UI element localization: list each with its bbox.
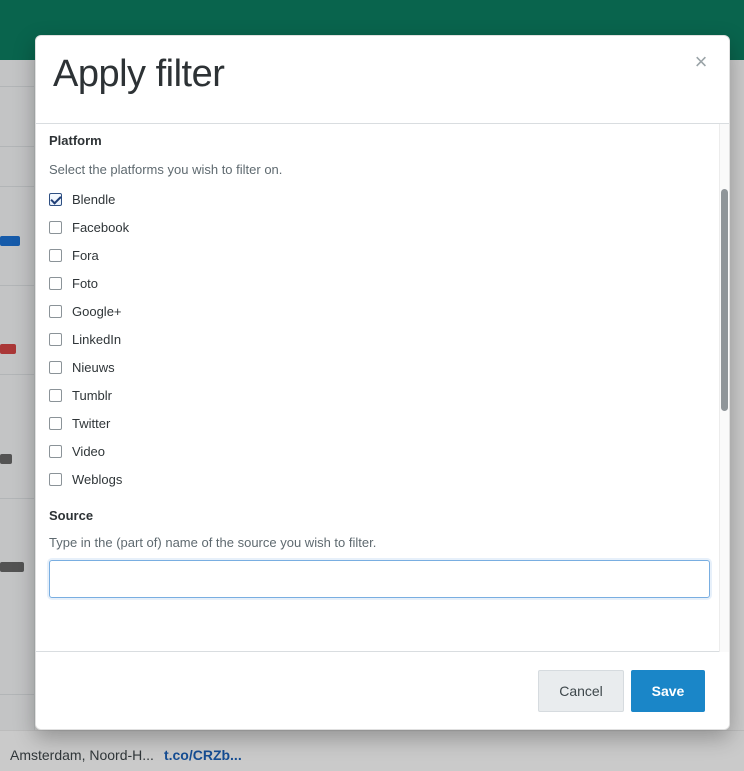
save-button[interactable]: Save — [631, 670, 705, 712]
platform-option-fora[interactable]: Fora — [49, 245, 711, 266]
modal-scrollbar[interactable] — [719, 124, 729, 652]
checkbox[interactable] — [49, 249, 62, 262]
source-help-text: Type in the (part of) name of the source… — [49, 535, 377, 550]
source-section: Source Type in the (part of) name of the… — [49, 508, 711, 598]
platform-option-label: LinkedIn — [72, 332, 122, 347]
platform-option-label: Nieuws — [72, 360, 115, 375]
platform-option-twitter[interactable]: Twitter — [49, 413, 711, 434]
source-heading: Source — [49, 508, 94, 523]
platform-option-facebook[interactable]: Facebook — [49, 217, 711, 238]
platform-option-label: Fora — [72, 248, 99, 263]
checkbox[interactable] — [49, 305, 62, 318]
checkbox[interactable] — [49, 193, 62, 206]
platform-option-label: Video — [72, 444, 106, 459]
modal-footer: Cancel Save — [36, 652, 729, 729]
modal-title: Apply filter — [53, 53, 225, 95]
modal-header: Apply filter × — [36, 36, 729, 124]
platform-checkbox-list: Blendle Facebook Fora Foto Google+ Linke… — [49, 189, 711, 490]
modal-body-scroll-area[interactable]: Platform Select the platforms you wish t… — [36, 124, 729, 652]
platform-option-label: Tumblr — [72, 388, 112, 403]
platform-option-label: Facebook — [72, 220, 130, 235]
cancel-button[interactable]: Cancel — [538, 670, 624, 712]
checkbox[interactable] — [49, 277, 62, 290]
checkbox[interactable] — [49, 473, 62, 486]
platform-option-label: Foto — [72, 276, 99, 291]
modal-scrollbar-thumb[interactable] — [721, 189, 728, 411]
checkbox[interactable] — [49, 333, 62, 346]
platform-option-label: Blendle — [72, 192, 116, 207]
platform-help-text: Select the platforms you wish to filter … — [49, 162, 283, 177]
platform-option-linkedin[interactable]: LinkedIn — [49, 329, 711, 350]
platform-option-tumblr[interactable]: Tumblr — [49, 385, 711, 406]
close-icon[interactable]: × — [689, 49, 713, 74]
apply-filter-modal: Apply filter × Platform Select the platf… — [35, 35, 730, 730]
platform-option-google-plus[interactable]: Google+ — [49, 301, 711, 322]
checkbox[interactable] — [49, 417, 62, 430]
modal-body: Platform Select the platforms you wish t… — [36, 124, 729, 652]
platform-option-video[interactable]: Video — [49, 441, 711, 462]
source-input-container — [49, 560, 710, 598]
platform-option-blendle[interactable]: Blendle — [49, 189, 711, 210]
checkbox[interactable] — [49, 445, 62, 458]
platform-option-nieuws[interactable]: Nieuws — [49, 357, 711, 378]
source-input[interactable] — [60, 570, 699, 588]
checkbox[interactable] — [49, 221, 62, 234]
checkbox[interactable] — [49, 389, 62, 402]
platform-option-label: Weblogs — [72, 472, 123, 487]
platform-option-label: Twitter — [72, 416, 111, 431]
platform-heading: Platform — [49, 133, 102, 148]
platform-option-foto[interactable]: Foto — [49, 273, 711, 294]
platform-option-label: Google+ — [72, 304, 122, 319]
platform-option-weblogs[interactable]: Weblogs — [49, 469, 711, 490]
checkbox[interactable] — [49, 361, 62, 374]
